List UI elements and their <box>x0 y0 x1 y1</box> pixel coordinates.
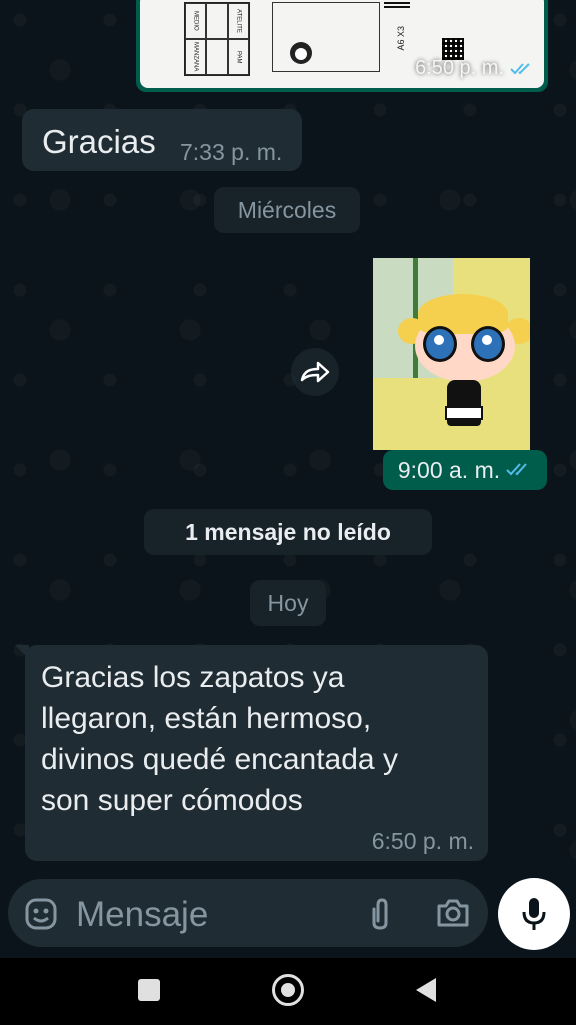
message-time-text: 9:00 a. m. <box>397 456 501 483</box>
mic-button[interactable] <box>498 878 570 950</box>
image-message-outgoing[interactable]: MEDIO ATELITE MANZANA PAM A6 X3 6:50 p. … <box>136 0 548 92</box>
label-box <box>272 2 380 72</box>
date-divider: Miércoles <box>214 187 360 233</box>
label-grid: MEDIO ATELITE MANZANA PAM <box>184 2 250 76</box>
emoji-icon[interactable] <box>24 897 58 936</box>
double-check-icon <box>510 62 530 74</box>
label-cell: MANZANA <box>185 39 207 75</box>
sticker-image[interactable] <box>373 258 530 450</box>
camera-icon[interactable] <box>436 898 470 933</box>
label-cell: MEDIO <box>185 3 207 39</box>
chat-background: MEDIO ATELITE MANZANA PAM A6 X3 6:50 p. … <box>0 0 576 958</box>
character-skirt <box>445 406 483 420</box>
message-text: Gracias los zapatos ya llegaron, están h… <box>41 661 398 817</box>
cartoon-character <box>393 288 530 438</box>
penguin-logo <box>290 42 312 64</box>
system-navbar <box>0 958 576 1025</box>
back-icon[interactable] <box>416 978 436 1002</box>
shipping-label-image[interactable]: MEDIO ATELITE MANZANA PAM A6 X3 6:50 p. … <box>140 0 544 88</box>
forward-button[interactable] <box>291 348 339 396</box>
date-divider: Hoy <box>250 580 326 626</box>
double-check-icon <box>506 463 527 476</box>
attach-icon[interactable] <box>368 897 392 936</box>
forward-icon <box>300 361 330 383</box>
size-code: A6 X3 <box>396 26 406 51</box>
incoming-message[interactable]: Gracias los zapatos ya llegaron, están h… <box>15 645 488 861</box>
message-text: Gracias <box>42 123 156 160</box>
recents-icon[interactable] <box>138 979 160 1001</box>
message-time-text: 6:50 p. m. <box>415 57 504 79</box>
label-cell <box>206 39 228 75</box>
mic-icon <box>522 898 546 930</box>
incoming-message[interactable]: Gracias 7:33 p. m. <box>22 109 302 171</box>
character-eye-right <box>471 326 505 362</box>
message-input[interactable]: Mensaje <box>76 895 208 935</box>
unread-divider: 1 mensaje no leído <box>144 509 432 555</box>
message-composer[interactable]: Mensaje <box>8 879 488 947</box>
message-time: 6:50 p. m. <box>371 828 474 854</box>
message-time: 6:50 p. m. <box>415 57 534 80</box>
home-icon[interactable] <box>272 974 304 1006</box>
message-time: 9:00 a. m. <box>383 450 547 490</box>
character-eye-left <box>423 326 457 362</box>
label-cell: ATELITE <box>227 3 249 39</box>
message-time: 7:33 p. m. <box>180 139 283 165</box>
label-cell: PAM <box>227 39 249 75</box>
label-cell <box>206 3 228 39</box>
barcode-lines <box>384 0 410 8</box>
